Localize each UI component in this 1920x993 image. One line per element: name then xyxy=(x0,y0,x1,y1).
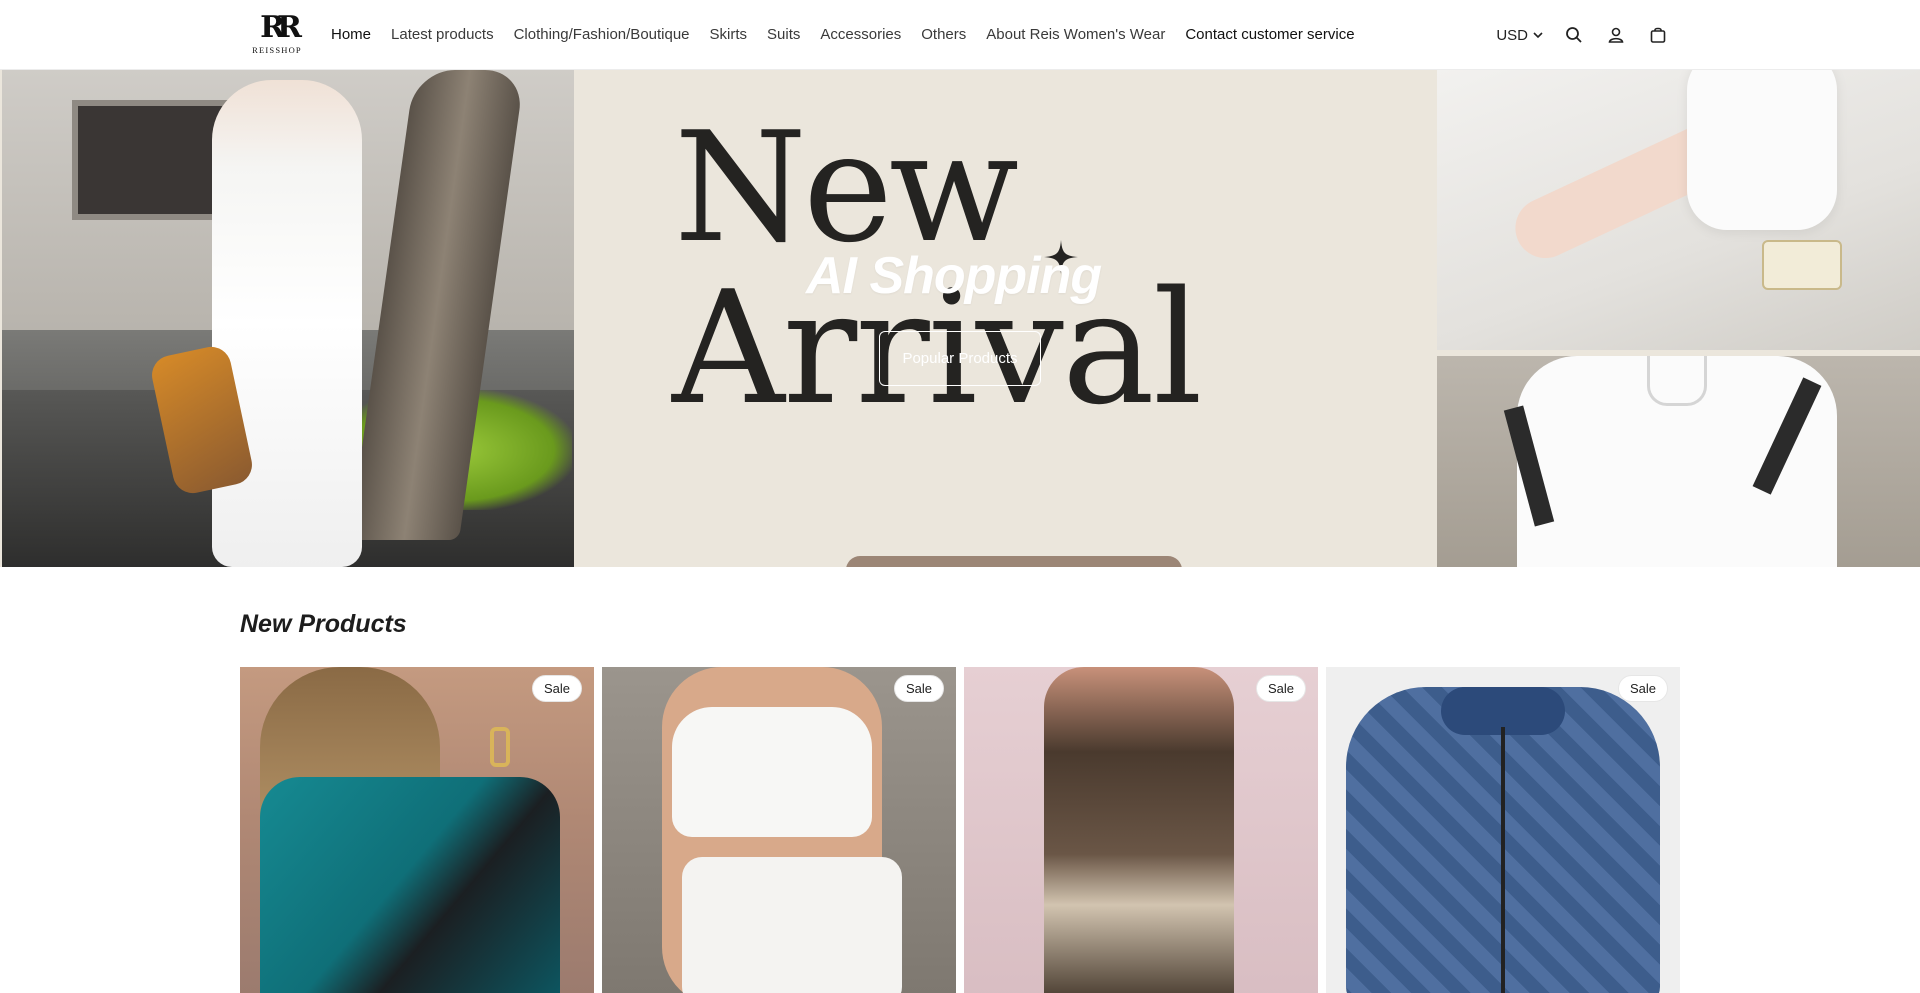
sale-badge: Sale xyxy=(1255,675,1306,702)
hero-title: AI Shopping xyxy=(806,247,1102,305)
product-card[interactable]: Sale xyxy=(964,667,1318,993)
search-icon[interactable] xyxy=(1562,23,1586,47)
hero-bottom-tab xyxy=(846,556,1182,567)
currency-label: USD xyxy=(1496,26,1528,44)
logo-wordmark: REISSHOP xyxy=(252,45,302,55)
sale-badge: Sale xyxy=(531,675,582,702)
nav-item-accessories[interactable]: Accessories xyxy=(820,24,901,46)
site-logo[interactable]: RR REISSHOP xyxy=(246,10,308,58)
logo-mark: RR xyxy=(260,10,302,45)
chevron-down-icon xyxy=(1533,32,1543,39)
account-icon[interactable] xyxy=(1604,23,1628,47)
product-card[interactable]: Sale xyxy=(602,667,956,993)
header-actions: USD xyxy=(1496,20,1670,50)
product-card[interactable]: Sale xyxy=(1326,667,1680,993)
hero-text-area: New Arrival AI Shopping Popular Products xyxy=(574,70,1437,567)
site-header: RR REISSHOP Home Latest products Clothin… xyxy=(0,0,1920,70)
hero-image-left xyxy=(2,70,574,567)
main-nav: Home Latest products Clothing/Fashion/Bo… xyxy=(331,24,1355,46)
nav-item-about[interactable]: About Reis Women's Wear xyxy=(986,24,1165,46)
nav-item-clothing[interactable]: Clothing/Fashion/Boutique xyxy=(514,24,690,46)
hero-banner: New Arrival AI Shopping Popular Products xyxy=(0,70,1920,567)
hero-big-new: New xyxy=(674,99,1019,276)
new-products-title: New Products xyxy=(240,610,407,638)
popular-products-button[interactable]: Popular Products xyxy=(879,331,1041,386)
sale-badge: Sale xyxy=(1617,675,1668,702)
nav-item-home[interactable]: Home xyxy=(331,24,371,46)
product-card[interactable]: Sale xyxy=(240,667,594,993)
hero-image-right-top xyxy=(1437,70,1920,350)
nav-item-skirts[interactable]: Skirts xyxy=(710,24,748,46)
nav-item-suits[interactable]: Suits xyxy=(767,24,800,46)
hero-image-right-bottom xyxy=(1437,356,1920,567)
nav-item-others[interactable]: Others xyxy=(921,24,966,46)
product-grid: Sale Sale Sale Sale xyxy=(240,667,1680,993)
sale-badge: Sale xyxy=(893,675,944,702)
nav-item-latest-products[interactable]: Latest products xyxy=(391,24,494,46)
currency-selector[interactable]: USD xyxy=(1496,27,1544,44)
cart-icon[interactable] xyxy=(1646,23,1670,47)
nav-item-contact[interactable]: Contact customer service xyxy=(1185,24,1354,46)
